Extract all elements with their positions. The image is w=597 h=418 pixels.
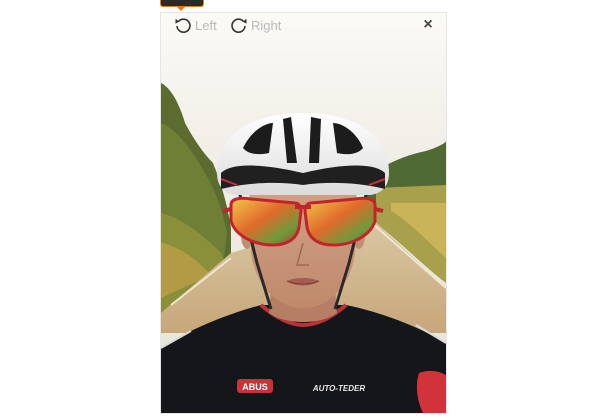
jersey-logo-right: AUTO-TEDER [312,384,366,393]
rotate-right-button[interactable]: Right [229,15,281,35]
rotate-left-label: Left [195,17,217,33]
rotate-right-label: Right [251,17,282,33]
rotate-cw-icon [231,18,247,33]
close-icon: × [423,16,433,33]
page: ABUS AUTO-TEDER Left Right × [0,0,597,418]
close-button[interactable]: × [420,17,436,33]
rotate-left-button[interactable]: Left [173,15,217,35]
selfie-photo: ABUS AUTO-TEDER [161,13,446,413]
image-viewer: ABUS AUTO-TEDER Left Right × [160,12,447,414]
rotate-ccw-icon [175,18,191,33]
jersey-logo-left: ABUS [242,382,268,392]
thumbnail-pointer-icon [176,6,186,11]
viewer-toolbar: Left Right × [161,13,446,37]
